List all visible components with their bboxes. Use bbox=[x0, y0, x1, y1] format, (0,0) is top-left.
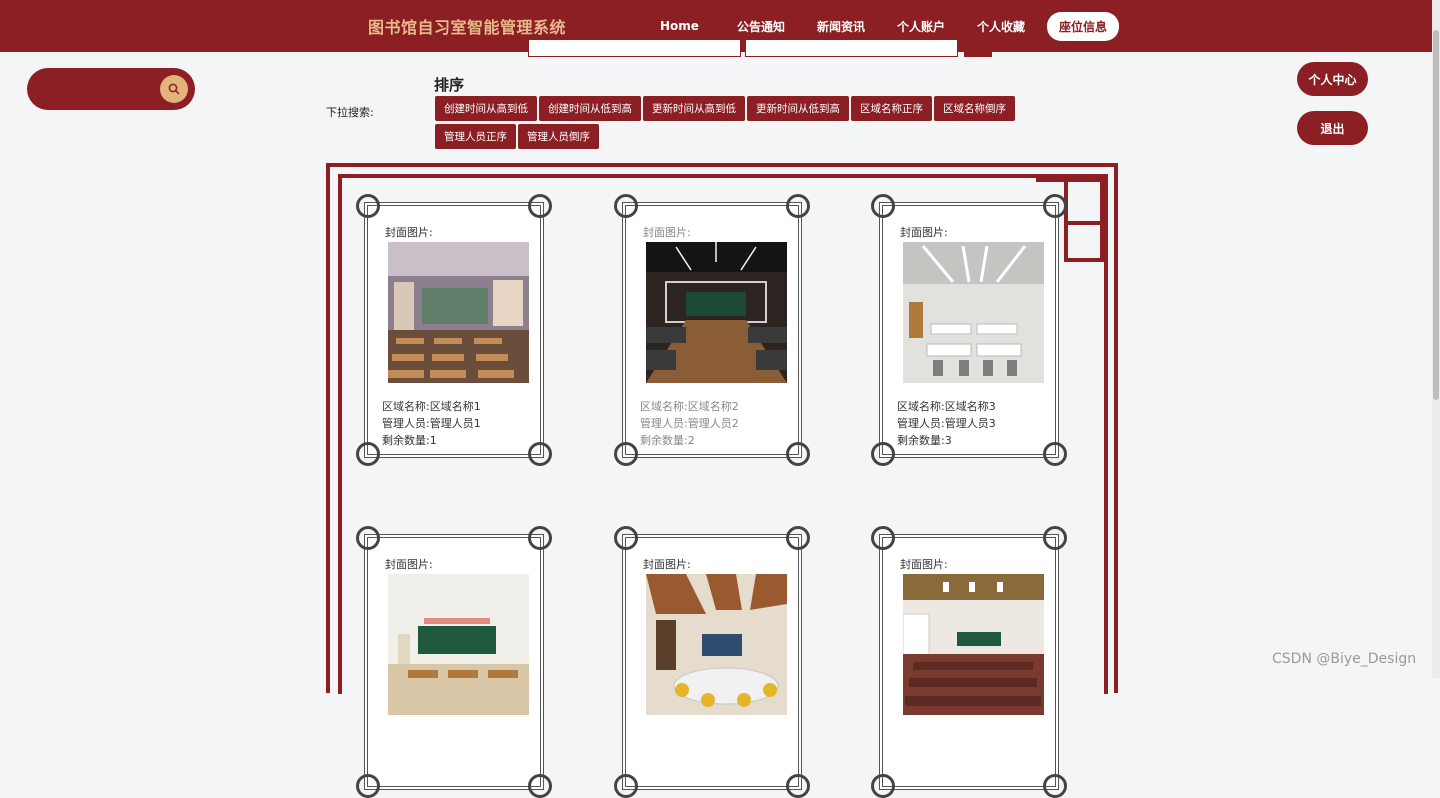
cover-label: 封面图片: bbox=[643, 226, 691, 239]
sort-updated-desc-button[interactable]: 更新时间从高到低 bbox=[643, 96, 745, 121]
cover-image-computer-lab bbox=[646, 242, 787, 383]
card-meta: 区域名称:区域名称2 管理人员:管理人员2 剩余数量:2 bbox=[640, 398, 739, 449]
cover-label: 封面图片: bbox=[385, 558, 433, 571]
cover-label: 封面图片: bbox=[900, 558, 948, 571]
remaining-count: 剩余数量:3 bbox=[897, 434, 952, 447]
nav-favorites[interactable]: 个人收藏 bbox=[977, 18, 1025, 35]
area-name: 区域名称:区域名称3 bbox=[897, 400, 996, 413]
sort-manager-asc-button[interactable]: 管理人员正序 bbox=[435, 124, 516, 149]
sidebar-search bbox=[27, 68, 195, 110]
area-name: 区域名称:区域名称2 bbox=[640, 400, 739, 413]
nav-account[interactable]: 个人账户 bbox=[897, 18, 945, 35]
cover-image-classroom-green-board bbox=[388, 574, 529, 715]
cover-label: 封面图片: bbox=[385, 226, 433, 239]
cover-label: 封面图片: bbox=[900, 226, 948, 239]
sidebar-search-input[interactable] bbox=[41, 78, 165, 102]
sort-title: 排序 bbox=[434, 76, 465, 94]
dropdown-search-label: 下拉搜索: bbox=[326, 106, 374, 119]
seat-area-card[interactable]: 封面图片: 区域名称:区域名称3 管理人员:管理人员3 剩余数量:3 bbox=[871, 194, 1067, 466]
sort-updated-asc-button[interactable]: 更新时间从低到高 bbox=[747, 96, 849, 121]
scrollbar-thumb[interactable] bbox=[1433, 30, 1439, 400]
page-scrollbar[interactable] bbox=[1432, 0, 1440, 678]
cover-image-bright-classroom bbox=[903, 242, 1044, 383]
sort-manager-desc-button[interactable]: 管理人员倒序 bbox=[518, 124, 599, 149]
watermark-text: CSDN @Biye_Design bbox=[1272, 651, 1417, 667]
cover-image-wood-ceiling-room bbox=[646, 574, 787, 715]
remaining-count: 剩余数量:1 bbox=[382, 434, 437, 447]
search-submit-button[interactable] bbox=[964, 40, 992, 57]
nav-notices[interactable]: 公告通知 bbox=[737, 18, 785, 35]
seat-area-card[interactable]: 封面图片: bbox=[614, 526, 810, 798]
seat-area-card[interactable]: 封面图片: 区域名称:区域名称1 管理人员:管理人员1 剩余数量:1 bbox=[356, 194, 552, 466]
logout-button[interactable]: 退出 bbox=[1297, 111, 1368, 145]
nav-seat-info[interactable]: 座位信息 bbox=[1047, 11, 1120, 41]
frame-corner-ornament bbox=[1064, 258, 1104, 262]
search-icon bbox=[168, 83, 180, 95]
main-nav: Home 公告通知 新闻资讯 个人账户 个人收藏 座位信息 bbox=[660, 11, 1120, 41]
frame-corner-ornament bbox=[1064, 221, 1104, 225]
nav-news[interactable]: 新闻资讯 bbox=[817, 18, 865, 35]
manager-name: 管理人员:管理人员1 bbox=[382, 417, 481, 430]
manager-name: 管理人员:管理人员3 bbox=[897, 417, 996, 430]
cover-image-lecture-hall bbox=[903, 574, 1044, 715]
search-field-area[interactable] bbox=[528, 40, 741, 57]
seat-area-card[interactable]: 封面图片: bbox=[871, 526, 1067, 798]
sort-button-group: 创建时间从高到低 创建时间从低到高 更新时间从高到低 更新时间从低到高 区域名称正序 区域… bbox=[435, 96, 1055, 152]
site-title: 图书馆自习室智能管理系统 bbox=[368, 18, 567, 37]
card-meta: 区域名称:区域名称1 管理人员:管理人员1 剩余数量:1 bbox=[382, 398, 481, 449]
seat-area-card[interactable]: 封面图片: 区域名称:区域名称2 管理人员:管理人员2 剩余数量:2 bbox=[614, 194, 810, 466]
sort-area-desc-button[interactable]: 区域名称倒序 bbox=[934, 96, 1015, 121]
cover-label: 封面图片: bbox=[643, 558, 691, 571]
sidebar-search-button[interactable] bbox=[160, 75, 188, 103]
search-field-manager[interactable] bbox=[745, 40, 958, 57]
manager-name: 管理人员:管理人员2 bbox=[640, 417, 739, 430]
sort-created-desc-button[interactable]: 创建时间从高到低 bbox=[435, 96, 537, 121]
sort-created-asc-button[interactable]: 创建时间从低到高 bbox=[539, 96, 641, 121]
card-meta: 区域名称:区域名称3 管理人员:管理人员3 剩余数量:3 bbox=[897, 398, 996, 449]
remaining-count: 剩余数量:2 bbox=[640, 434, 695, 447]
personal-center-button[interactable]: 个人中心 bbox=[1297, 62, 1368, 96]
frame-corner-ornament bbox=[1064, 178, 1104, 262]
nav-home[interactable]: Home bbox=[660, 19, 699, 33]
area-name: 区域名称:区域名称1 bbox=[382, 400, 481, 413]
seat-area-card[interactable]: 封面图片: bbox=[356, 526, 552, 798]
cover-image-classroom-sunset bbox=[388, 242, 529, 383]
sort-area-asc-button[interactable]: 区域名称正序 bbox=[851, 96, 932, 121]
